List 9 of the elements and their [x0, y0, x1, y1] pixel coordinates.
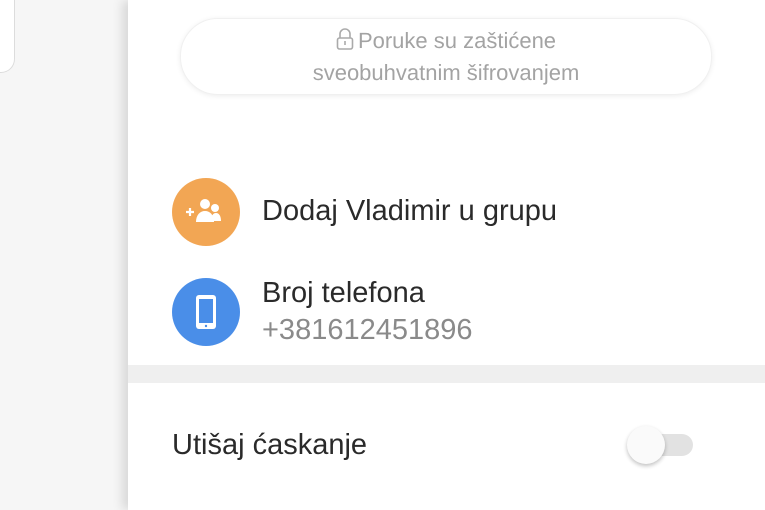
contact-option[interactable]: Dodaj Vladimir u grupu [172, 178, 765, 246]
option-label: Dodaj Vladimir u grupu [262, 194, 557, 229]
phone-number: +381612451896 [262, 313, 472, 348]
encryption-text: Poruke su zaštićene sveobuhvatnim šifrovanjem [312, 26, 580, 87]
option-label: Broj telefona [262, 276, 426, 311]
contact-option[interactable]: Broj telefona +381612451896 [172, 278, 765, 349]
lock-icon [336, 28, 354, 50]
toggle-switch[interactable] [627, 426, 695, 464]
setting-label: Utišaj ćaskanje [172, 428, 368, 462]
